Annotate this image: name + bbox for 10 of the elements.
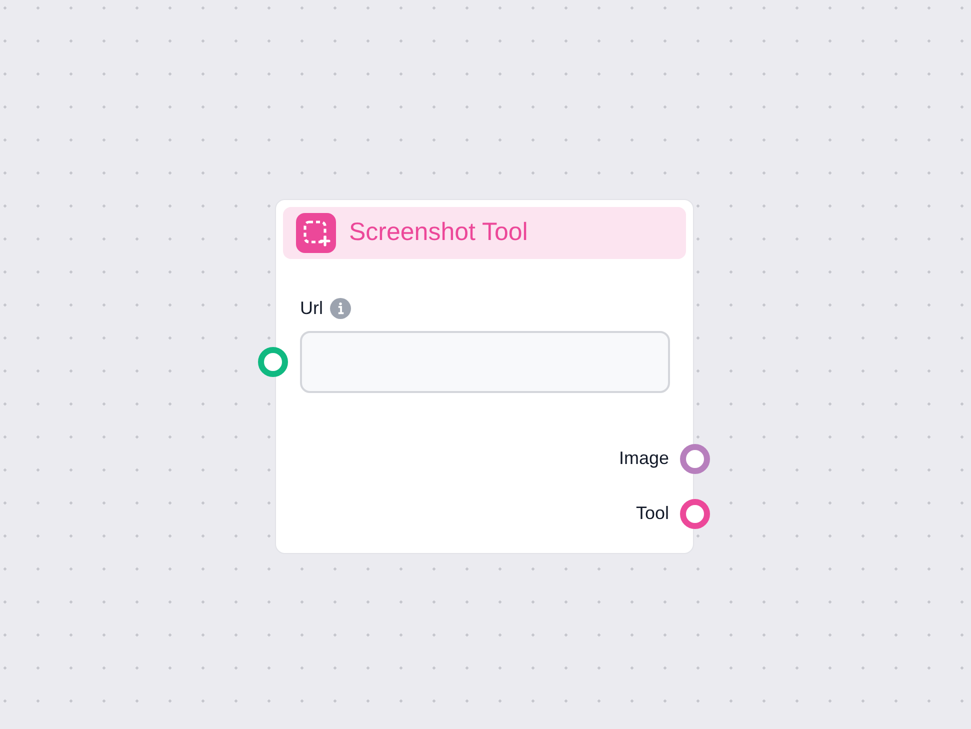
url-field[interactable]	[300, 331, 670, 393]
node-title: Screenshot Tool	[349, 217, 528, 248]
info-icon[interactable]	[330, 298, 351, 319]
field-label: Url	[300, 297, 323, 320]
connection-handle[interactable]	[680, 444, 710, 474]
screenshot-icon	[296, 213, 336, 253]
output-label: Tool	[636, 503, 669, 523]
connection-handle[interactable]	[258, 347, 288, 377]
output-label: Image	[618, 448, 669, 468]
connection-handle[interactable]	[680, 498, 710, 528]
